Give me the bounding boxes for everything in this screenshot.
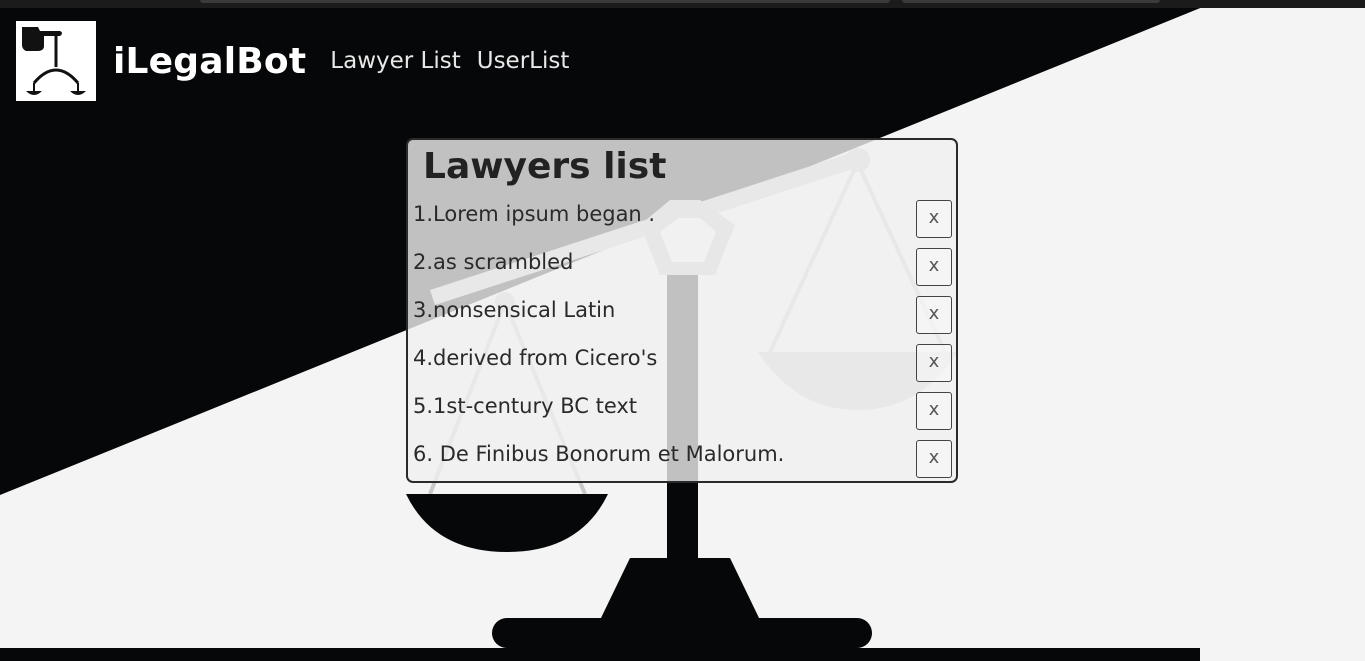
lawyers-list-panel: Lawyers list 1.Lorem ipsum began . x 2.a… (406, 138, 958, 483)
delete-button[interactable]: x (916, 392, 952, 430)
browser-top-strip (0, 0, 1365, 8)
delete-button[interactable]: x (916, 248, 952, 286)
list-item: 2.as scrambled x (408, 248, 956, 296)
delete-button[interactable]: x (916, 200, 952, 238)
nav-link-user-list[interactable]: UserList (477, 48, 570, 74)
list-item: 4.derived from Cicero's x (408, 344, 956, 392)
panel-title: Lawyers list (423, 146, 667, 187)
delete-button[interactable]: x (916, 296, 952, 334)
navbar: iLegalBot Lawyer List UserList (16, 21, 585, 101)
logo[interactable] (16, 21, 96, 101)
list-item-text: 2.as scrambled (413, 250, 574, 274)
nav-link-lawyer-list[interactable]: Lawyer List (330, 48, 460, 74)
list-item: 6. De Finibus Bonorum et Malorum. x (408, 440, 956, 488)
list-item: 3.nonsensical Latin x (408, 296, 956, 344)
lawyers-list: 1.Lorem ipsum began . x 2.as scrambled x… (408, 200, 956, 488)
list-item-text: 6. De Finibus Bonorum et Malorum. (413, 442, 785, 466)
delete-button[interactable]: x (916, 344, 952, 382)
delete-button[interactable]: x (916, 440, 952, 478)
list-item-text: 3.nonsensical Latin (413, 298, 616, 322)
list-item-text: 4.derived from Cicero's (413, 346, 658, 370)
list-item-text: 5.1st-century BC text (413, 394, 638, 418)
scales-pointing-hand-icon (16, 21, 96, 101)
list-item: 5.1st-century BC text x (408, 392, 956, 440)
list-item-text: 1.Lorem ipsum began . (413, 202, 656, 226)
list-item: 1.Lorem ipsum began . x (408, 200, 956, 248)
address-bar (200, 0, 890, 3)
brand-title[interactable]: iLegalBot (113, 41, 306, 82)
search-bar (902, 0, 1160, 3)
